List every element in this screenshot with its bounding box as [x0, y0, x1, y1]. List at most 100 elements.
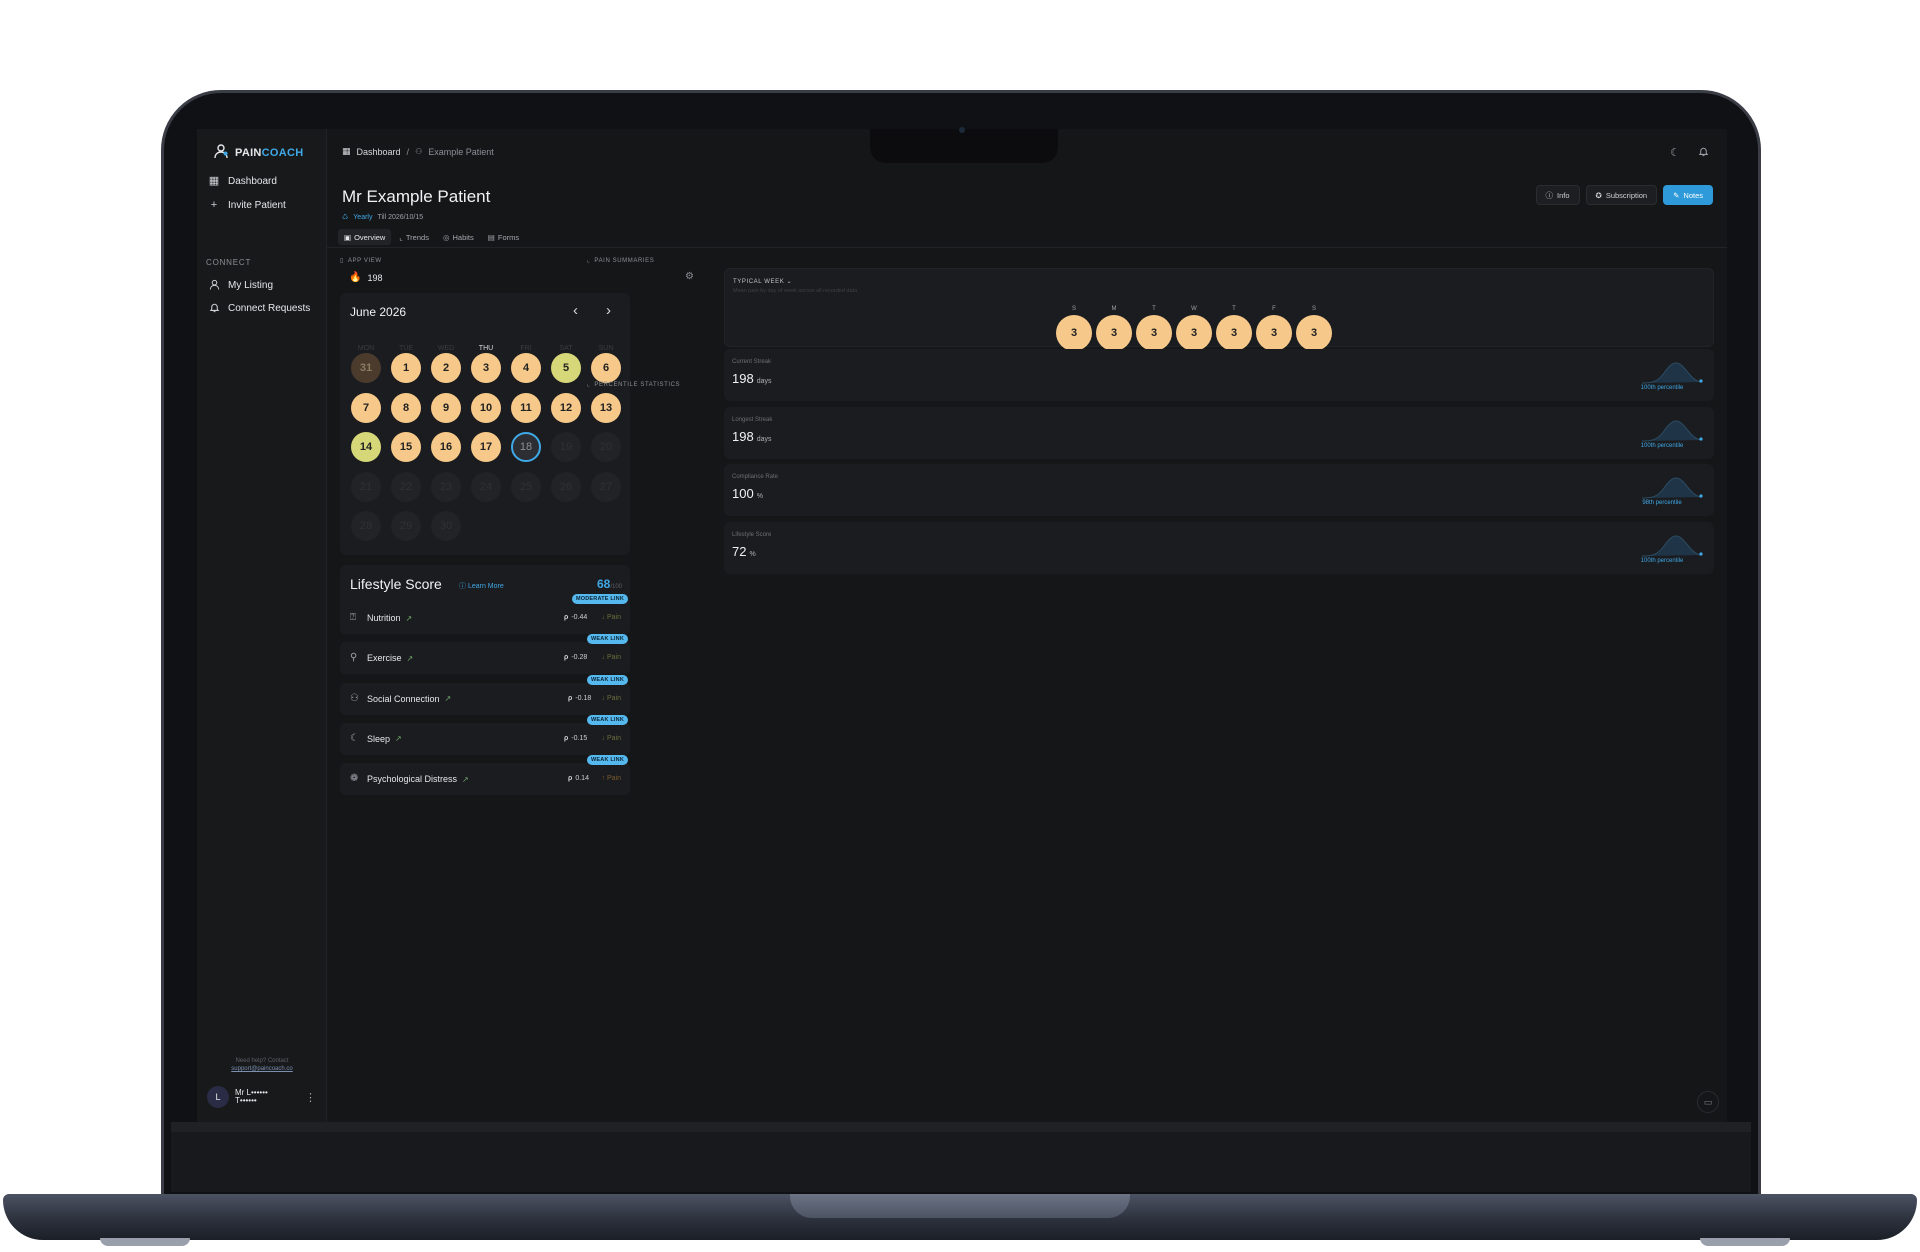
app-screen: PAIN COACH ▦ Dashboard + Invite Patient C…	[197, 129, 1727, 1122]
sidebar-item-my-listing[interactable]: My Listing	[208, 279, 273, 291]
info-icon: ⓘ	[1545, 190, 1554, 200]
calendar-day[interactable]: 4	[511, 353, 541, 383]
page-title: Mr Example Patient	[342, 187, 491, 206]
flame-icon: 🔥	[349, 272, 362, 283]
calendar-day[interactable]: 28	[351, 511, 381, 541]
calendar-day[interactable]: 29	[391, 511, 421, 541]
more-vertical-icon[interactable]: ⋮	[305, 1091, 316, 1104]
calendar-day[interactable]: 27	[591, 471, 621, 502]
calendar-day[interactable]: 1	[391, 353, 421, 383]
support-email-link[interactable]: support@paincoach.co	[231, 1066, 292, 1072]
learn-more-link[interactable]: ⓘ Learn More	[459, 581, 504, 591]
calendar-day[interactable]: 8	[391, 392, 421, 423]
habit-name-text: Sleep	[367, 733, 391, 744]
habit-name-text: Psychological Distress	[367, 774, 458, 785]
calendar-day[interactable]: 13	[591, 392, 621, 423]
calendar-day[interactable]: 12	[551, 392, 581, 423]
tab-trends[interactable]: ⌞ Trends	[393, 229, 435, 245]
pain-direction: ↓ Pain	[601, 734, 621, 742]
gear-icon[interactable]: ⚙	[685, 271, 694, 282]
stat-value: 198 days	[732, 371, 772, 386]
tab-habits[interactable]: ◎ Habits	[437, 229, 480, 245]
habit-name: Sleep ↗	[367, 734, 402, 744]
calendar-day[interactable]: 2	[431, 353, 461, 383]
calendar-day[interactable]: 20	[591, 432, 621, 462]
calendar-day[interactable]: 9	[431, 392, 461, 423]
rho-symbol: ρ	[564, 614, 569, 621]
chat-icon[interactable]: ▭	[1697, 1091, 1719, 1113]
sidebar-item-dashboard[interactable]: ▦ Dashboard	[208, 175, 277, 187]
app-view-label: ▯ APP VIEW	[340, 257, 382, 265]
calendar-day[interactable]: 30	[431, 511, 461, 541]
brand-pain: PAIN	[235, 146, 262, 159]
link-strength-badge: WEAK LINK	[587, 714, 628, 725]
calendar-day[interactable]: 22	[391, 471, 421, 502]
typical-week-day-value: 3	[1176, 315, 1212, 351]
calendar-day[interactable]: 23	[431, 471, 461, 502]
avatar: L	[207, 1086, 229, 1108]
calendar-day[interactable]: 16	[431, 432, 461, 462]
calendar-day[interactable]: 15	[391, 432, 421, 462]
camera-icon	[959, 127, 965, 133]
calendar-day[interactable]: 25	[511, 471, 541, 502]
stat-value-number: 100	[732, 486, 754, 501]
rho-number: -0.18	[575, 694, 592, 702]
percentile-stat-card: Lifestyle Score 72% 100th percentile	[724, 521, 1714, 574]
percentile-statistics-text: PERCENTILE STATISTICS	[594, 381, 681, 388]
moon-icon[interactable]: ☾	[1670, 146, 1680, 160]
calendar-day[interactable]: 26	[551, 471, 581, 502]
sidebar-item-connect-requests[interactable]: Connect Requests	[208, 302, 310, 314]
calendar-day[interactable]: 31	[351, 353, 381, 383]
calendar-day[interactable]: 11	[511, 392, 541, 423]
rho-number: 0.14	[575, 775, 589, 783]
user-profile[interactable]: L Mr L•••••• T••••••	[207, 1086, 268, 1108]
calendar-day[interactable]: 24	[471, 471, 501, 502]
stat-value: 100%	[732, 486, 763, 501]
pain-direction: ↓ Pain	[601, 654, 621, 662]
breadcrumb-root[interactable]: Dashboard	[357, 147, 401, 157]
help-text: Need help? Contact	[235, 1058, 289, 1064]
user-icon: ⚇	[415, 147, 423, 156]
lifestyle-score-value: 68/100	[597, 577, 622, 591]
calendar-day[interactable]: 19	[551, 432, 581, 462]
habit-name-text: Nutrition	[367, 613, 401, 623]
calendar-day[interactable]: 21	[351, 471, 381, 502]
user-name: Mr L•••••• T••••••	[235, 1089, 268, 1105]
calendar-day[interactable]: 14	[351, 432, 381, 462]
calendar-day[interactable]: 3	[471, 353, 501, 383]
rho-symbol: ρ	[564, 734, 569, 742]
habit-row[interactable]: WEAK LINK ☾ Sleep ↗ ρ -0.15 ↓ Pain	[340, 714, 630, 755]
tab-label: Overview	[354, 232, 386, 242]
subscription-button[interactable]: ✪ Subscription	[1585, 185, 1658, 205]
link-strength-badge: WEAK LINK	[587, 634, 628, 645]
info-button[interactable]: ⓘ Info	[1535, 185, 1580, 205]
stat-value-number: 72	[732, 543, 747, 559]
bell-icon[interactable]	[1698, 146, 1709, 160]
brain-icon: ❁	[350, 773, 359, 785]
habit-row[interactable]: WEAK LINK ⚇ Social Connection ↗ ρ -0.18 ↓ Pain	[340, 674, 630, 715]
habit-row[interactable]: MODERATE LINK ⍰ Nutrition ↗ ρ -0.44 ↓ Pain	[340, 594, 630, 634]
habit-row[interactable]: WEAK LINK ⚲ Exercise ↗ ρ -0.28 ↓ Pain	[340, 634, 630, 675]
sidebar-item-invite-patient[interactable]: + Invite Patient	[208, 199, 286, 211]
calendar-day[interactable]: 17	[471, 432, 501, 462]
chevron-left-icon[interactable]: ‹	[573, 302, 578, 319]
lifestyle-score-number: 68	[596, 577, 611, 591]
calendar-day[interactable]: 10	[471, 392, 501, 423]
rho-symbol: ρ	[568, 694, 573, 702]
breadcrumb: ▦ Dashboard / ⚇ Example Patient	[342, 146, 494, 157]
calendar-day[interactable]: 5	[551, 353, 581, 383]
notes-button[interactable]: ✎ Notes	[1663, 185, 1713, 205]
lifestyle-score-denom: /100	[610, 584, 622, 590]
calendar-day-today[interactable]: 18	[511, 432, 541, 462]
streak-value: 198	[367, 272, 383, 283]
brand-logo[interactable]: PAIN COACH	[213, 143, 304, 162]
rho-number: -0.15	[571, 734, 588, 742]
tab-overview[interactable]: ▣ Overview	[338, 229, 392, 245]
calendar-day[interactable]: 6	[591, 353, 621, 383]
calendar-day[interactable]: 7	[351, 392, 381, 423]
chevron-right-icon[interactable]: ›	[606, 302, 611, 319]
typical-week-title[interactable]: TYPICAL WEEK ⌄	[733, 278, 792, 285]
habit-row[interactable]: WEAK LINK ❁ Psychological Distress ↗ ρ 0.14 ↑ …	[340, 755, 630, 796]
tab-forms[interactable]: ▤ Forms	[482, 229, 525, 245]
correlation-value: ρ -0.15	[564, 735, 587, 742]
